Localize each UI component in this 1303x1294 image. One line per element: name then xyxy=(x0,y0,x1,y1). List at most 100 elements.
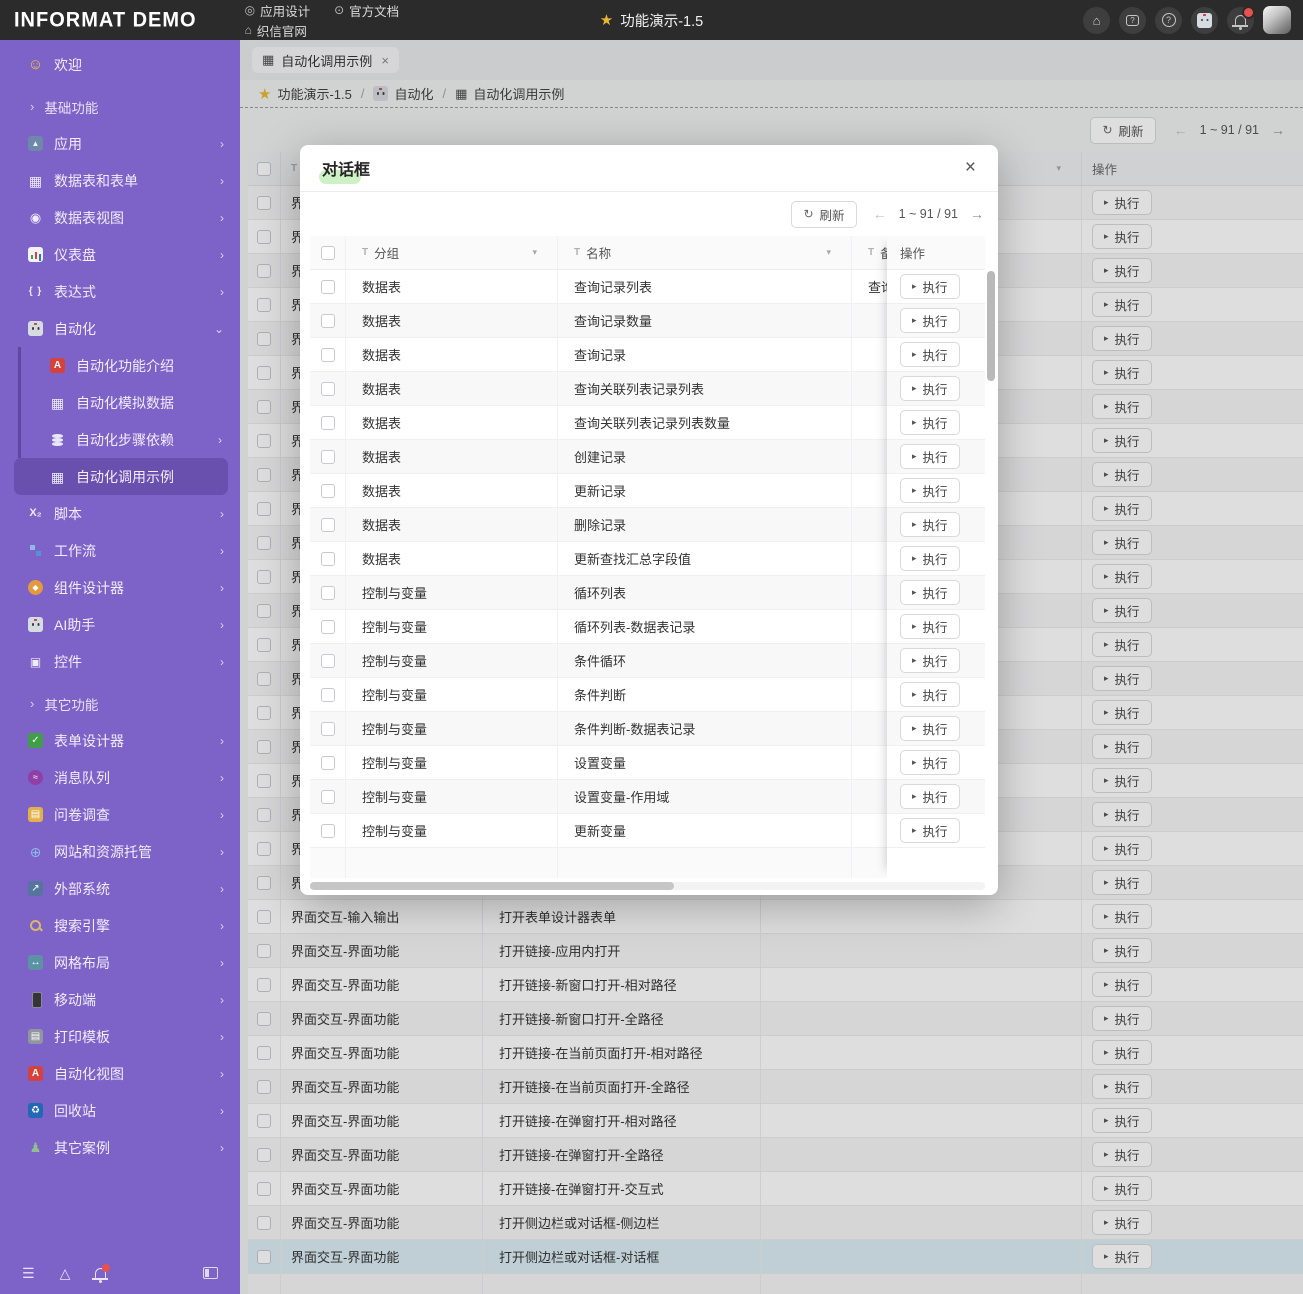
modal-table-row[interactable]: 控制与变量 条件判断-数据表记录 xyxy=(310,712,985,746)
execute-button[interactable]: ▸ 执行 xyxy=(1092,598,1152,623)
triangle-icon[interactable]: △ xyxy=(60,1265,71,1282)
execute-button[interactable]: ▸ 执行 xyxy=(1092,802,1152,827)
modal-table-row[interactable]: 数据表 删除记录 xyxy=(310,508,985,542)
execute-button[interactable]: ▸ 执行 xyxy=(1092,190,1152,215)
row-checkbox[interactable] xyxy=(257,1113,271,1128)
execute-button[interactable]: ▸ 执行 xyxy=(1092,394,1152,419)
sidebar-item-widgets[interactable]: ▣ 控件 › xyxy=(0,643,240,680)
row-checkbox[interactable] xyxy=(257,705,271,720)
avatar[interactable] xyxy=(1263,6,1291,34)
execute-button[interactable]: ▸ 执行 xyxy=(1092,836,1152,861)
row-checkbox[interactable] xyxy=(257,297,271,312)
row-checkbox[interactable] xyxy=(257,467,271,482)
breadcrumb-current-page[interactable]: ▦ 自动化调用示例 xyxy=(455,84,564,103)
execute-button[interactable]: ▸ 执行 xyxy=(900,444,960,469)
execute-button[interactable]: ▸ 执行 xyxy=(900,512,960,537)
sidebar-item-grid-layout[interactable]: ↔ 网格布局 › xyxy=(0,944,240,981)
modal-refresh-button[interactable]: ↻ 刷新 xyxy=(791,200,857,228)
close-icon[interactable]: × xyxy=(965,157,976,179)
chevron-down-icon[interactable]: ▾ xyxy=(532,247,537,258)
table-row[interactable]: 界面交互-界面功能 打开链接-在弹窗打开-相对路径 ▸ 执行 xyxy=(248,1104,1303,1138)
sidebar-bell-button[interactable] xyxy=(92,1264,111,1283)
sidebar-item-other-cases[interactable]: ♟ 其它案例 › xyxy=(0,1129,240,1166)
sidebar-item-scripts[interactable]: X₂ 脚本 › xyxy=(0,495,240,532)
execute-button[interactable]: ▸ 执行 xyxy=(900,580,960,605)
execute-button[interactable]: ▸ 执行 xyxy=(1092,1176,1152,1201)
row-checkbox[interactable] xyxy=(257,603,271,618)
modal-table-row[interactable]: 数据表 查询关联列表记录列表 xyxy=(310,372,985,406)
notifications-button[interactable] xyxy=(1227,5,1255,34)
row-checkbox[interactable] xyxy=(257,943,271,958)
execute-button[interactable]: ▸ 执行 xyxy=(1092,666,1152,691)
row-checkbox[interactable] xyxy=(320,619,335,634)
modal-table-row[interactable]: 控制与变量 设置变量 xyxy=(310,746,985,780)
chevron-down-icon[interactable]: ▾ xyxy=(826,247,831,258)
row-checkbox[interactable] xyxy=(257,535,271,550)
modal-table-row[interactable]: 控制与变量 循环列表-数据表记录 xyxy=(310,610,985,644)
execute-button[interactable]: ▸ 执行 xyxy=(900,546,960,571)
execute-button[interactable]: ▸ 执行 xyxy=(1092,734,1152,759)
sidebar-item-table-views[interactable]: ◉ 数据表视图 › xyxy=(0,199,240,236)
execute-button[interactable]: ▸ 执行 xyxy=(1092,1244,1152,1269)
sidebar-item-automation-intro[interactable]: A 自动化功能介绍 xyxy=(14,347,228,384)
execute-button[interactable]: ▸ 执行 xyxy=(1092,258,1152,283)
row-checkbox[interactable] xyxy=(257,1249,271,1264)
execute-button[interactable]: ▸ 执行 xyxy=(900,376,960,401)
prev-page-icon[interactable]: ← xyxy=(873,206,887,222)
modal-table-row[interactable]: 控制与变量 更新变量 xyxy=(310,814,985,848)
sidebar-item-external-systems[interactable]: ↗ 外部系统 › xyxy=(0,870,240,907)
sidebar-item-automation-call-examples[interactable]: ▦ 自动化调用示例 xyxy=(14,458,228,495)
nav-official-site[interactable]: ⌂ 织信官网 xyxy=(245,21,307,40)
row-checkbox[interactable] xyxy=(257,807,271,822)
execute-button[interactable]: ▸ 执行 xyxy=(900,478,960,503)
sidebar-item-ai-assistant[interactable]: AI助手 › xyxy=(0,606,240,643)
execute-button[interactable]: ▸ 执行 xyxy=(1092,1108,1152,1133)
row-checkbox[interactable] xyxy=(257,1011,271,1026)
execute-button[interactable]: ▸ 执行 xyxy=(1092,632,1152,657)
breadcrumb-automation[interactable]: 自动化 xyxy=(373,84,434,103)
row-checkbox[interactable] xyxy=(257,1045,271,1060)
row-checkbox[interactable] xyxy=(257,399,271,414)
row-checkbox[interactable] xyxy=(257,1147,271,1162)
modal-table-row[interactable]: 数据表 查询记录数量 xyxy=(310,304,985,338)
row-checkbox[interactable] xyxy=(320,755,335,770)
modal-table-row[interactable]: 数据表 更新记录 xyxy=(310,474,985,508)
help-button[interactable]: ? xyxy=(1155,6,1182,34)
table-row[interactable]: 界面交互-界面功能 打开链接-新窗口打开-全路径 ▸ 执行 xyxy=(248,1002,1303,1036)
sidebar-group-basic-functions[interactable]: › 基础功能 xyxy=(0,88,240,125)
sidebar-item-apps[interactable]: ▲ 应用 › xyxy=(0,125,240,162)
modal-table-row[interactable]: 数据表 更新查找汇总字段值 xyxy=(310,542,985,576)
execute-button[interactable]: ▸ 执行 xyxy=(1092,972,1152,997)
execute-button[interactable]: ▸ 执行 xyxy=(900,648,960,673)
row-checkbox[interactable] xyxy=(257,739,271,754)
row-checkbox[interactable] xyxy=(320,687,335,702)
table-row[interactable]: 界面交互-界面功能 打开链接-应用内打开 ▸ 执行 xyxy=(248,934,1303,968)
modal-table-row[interactable]: 控制与变量 条件判断 xyxy=(310,678,985,712)
execute-button[interactable]: ▸ 执行 xyxy=(1092,938,1152,963)
chevron-down-icon[interactable]: ▾ xyxy=(1056,163,1061,174)
execute-button[interactable]: ▸ 执行 xyxy=(1092,700,1152,725)
sidebar-item-mobile[interactable]: 移动端 › xyxy=(0,981,240,1018)
execute-button[interactable]: ▸ 执行 xyxy=(1092,1074,1152,1099)
execute-button[interactable]: ▸ 执行 xyxy=(1092,224,1152,249)
row-checkbox[interactable] xyxy=(320,653,335,668)
execute-button[interactable]: ▸ 执行 xyxy=(900,308,960,333)
row-checkbox[interactable] xyxy=(320,551,335,566)
select-all-checkbox[interactable] xyxy=(320,245,335,260)
home-button[interactable]: ⌂ xyxy=(1083,6,1110,34)
collapse-sidebar-button[interactable] xyxy=(203,1267,218,1279)
execute-button[interactable]: ▸ 执行 xyxy=(900,784,960,809)
execute-button[interactable]: ▸ 执行 xyxy=(900,274,960,299)
execute-button[interactable]: ▸ 执行 xyxy=(900,716,960,741)
vertical-scrollbar-thumb[interactable] xyxy=(987,271,995,381)
row-checkbox[interactable] xyxy=(320,381,335,396)
table-row[interactable]: 界面交互-界面功能 打开链接-在当前页面打开-全路径 ▸ 执行 xyxy=(248,1070,1303,1104)
sidebar-item-workflow[interactable]: 工作流 › xyxy=(0,532,240,569)
refresh-button[interactable]: ↻ 刷新 xyxy=(1090,116,1156,144)
modal-table-row[interactable]: 数据表 查询关联列表记录列表数量 xyxy=(310,406,985,440)
execute-button[interactable]: ▸ 执行 xyxy=(1092,462,1152,487)
nav-app-design[interactable]: ◎ 应用设计 xyxy=(245,1,311,20)
row-checkbox[interactable] xyxy=(257,875,271,890)
modal-table-row[interactable]: 控制与变量 循环列表 xyxy=(310,576,985,610)
execute-button[interactable]: ▸ 执行 xyxy=(1092,326,1152,351)
